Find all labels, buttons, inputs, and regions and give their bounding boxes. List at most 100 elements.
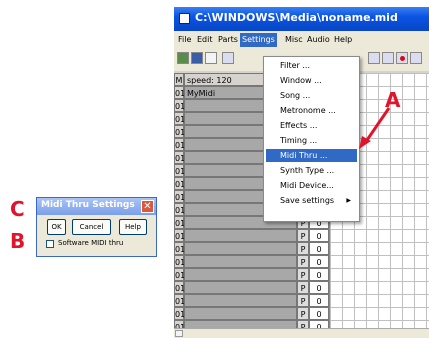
settings-menu-item-label: Midi Device...: [280, 181, 334, 190]
dialog-title-bar[interactable]: Midi Thru Settings ✕: [37, 198, 156, 215]
scroll-left-icon[interactable]: [175, 330, 183, 337]
track-number[interactable]: 01: [174, 203, 185, 216]
track-number[interactable]: 01: [174, 216, 185, 229]
settings-menu-item-label: Save settings: [280, 196, 335, 205]
menu-file[interactable]: File: [176, 33, 193, 47]
new-icon[interactable]: [205, 52, 217, 64]
menu-help[interactable]: Help: [332, 33, 354, 47]
track-number[interactable]: 01: [174, 281, 185, 294]
software-midi-thru-label: Software MIDI thru: [58, 239, 124, 247]
cancel-button[interactable]: Cancel: [72, 219, 111, 235]
track-name[interactable]: [184, 229, 297, 242]
settings-menu-item-label: Window ...: [280, 76, 322, 85]
menu-settings[interactable]: Settings: [240, 33, 277, 47]
menu-audio[interactable]: Audio: [305, 33, 332, 47]
settings-menu-item[interactable]: Song ...: [266, 89, 357, 102]
track-value-cell[interactable]: 0: [309, 242, 329, 255]
settings-dropdown-menu: Filter ... Window ... Song ... Metronome ..…: [263, 56, 360, 222]
track-row[interactable]: 01 P0: [174, 229, 334, 242]
app-icon: [179, 13, 190, 24]
track-row[interactable]: 01 P0: [174, 268, 334, 281]
horizontal-scrollbar[interactable]: [174, 328, 429, 338]
settings-menu-item[interactable]: Synth Type ...: [266, 164, 357, 177]
settings-menu-item-label: Metronome ...: [280, 106, 336, 115]
midi-thru-dialog: Midi Thru Settings ✕ OK Cancel Help Soft…: [36, 197, 157, 257]
settings-menu-item-label: Synth Type ...: [280, 166, 335, 175]
window-title: C:\WINDOWS\Media\noname.mid: [195, 11, 398, 24]
menu-parts[interactable]: Parts: [216, 33, 240, 47]
menu-misc[interactable]: Misc: [283, 33, 305, 47]
settings-menu-item[interactable]: Midi Thru ...: [266, 149, 357, 162]
settings-menu-item[interactable]: Midi Device...: [266, 179, 357, 192]
step-icon[interactable]: [382, 52, 394, 64]
software-midi-thru-checkbox[interactable]: [46, 240, 54, 248]
track-row[interactable]: 01 P0: [174, 307, 334, 320]
settings-menu-item[interactable]: Effects ...: [266, 119, 357, 132]
save-icon[interactable]: [191, 52, 203, 64]
track-p-cell[interactable]: P: [297, 229, 309, 242]
settings-menu-item-label: Midi Thru ...: [280, 151, 328, 160]
settings-menu-item[interactable]: Window ...: [266, 74, 357, 87]
track-row[interactable]: 01 P0: [174, 242, 334, 255]
track-value-cell[interactable]: 0: [309, 268, 329, 281]
dialog-title: Midi Thru Settings: [41, 200, 135, 210]
track-number[interactable]: 01: [174, 99, 185, 112]
track-row[interactable]: 01 P0: [174, 255, 334, 268]
track-value-cell[interactable]: 0: [309, 281, 329, 294]
track-row[interactable]: 01 P0: [174, 294, 334, 307]
settings-menu-item-label: Filter ...: [280, 61, 310, 70]
track-p-cell[interactable]: P: [297, 242, 309, 255]
track-name[interactable]: [184, 268, 297, 281]
help-button[interactable]: Help: [119, 219, 147, 235]
title-bar[interactable]: C:\WINDOWS\Media\noname.mid: [174, 7, 429, 31]
track-value-cell[interactable]: 0: [309, 307, 329, 320]
play-icon[interactable]: [368, 52, 380, 64]
ok-button[interactable]: OK: [47, 219, 66, 235]
track-p-cell[interactable]: P: [297, 307, 309, 320]
annotation-arrow: [359, 107, 391, 149]
track-number[interactable]: 01: [174, 229, 185, 242]
settings-menu-item[interactable]: Metronome ...: [266, 104, 357, 117]
track-number[interactable]: 01: [174, 307, 185, 320]
track-number[interactable]: 01: [174, 164, 185, 177]
track-number[interactable]: 01: [174, 190, 185, 203]
settings-menu-item-label: Timing ...: [280, 136, 318, 145]
track-number[interactable]: 01: [174, 242, 185, 255]
track-name[interactable]: [184, 242, 297, 255]
track-number[interactable]: 01: [174, 86, 185, 99]
track-number[interactable]: 01: [174, 112, 185, 125]
open-icon[interactable]: [177, 52, 189, 64]
settings-menu-item-label: Effects ...: [280, 121, 318, 130]
track-p-cell[interactable]: P: [297, 281, 309, 294]
track-p-cell[interactable]: P: [297, 255, 309, 268]
track-number[interactable]: 01: [174, 177, 185, 190]
settings-menu-item[interactable]: Filter ...: [266, 59, 357, 72]
track-p-cell[interactable]: P: [297, 294, 309, 307]
settings-menu-item-label: Song ...: [280, 91, 311, 100]
track-number[interactable]: 01: [174, 294, 185, 307]
track-number[interactable]: 01: [174, 125, 185, 138]
track-name[interactable]: [184, 255, 297, 268]
annotation-c: C: [10, 197, 25, 221]
track-number[interactable]: 01: [174, 138, 185, 151]
track-row[interactable]: 01 P0: [174, 281, 334, 294]
track-name[interactable]: [184, 307, 297, 320]
settings-menu-item[interactable]: Save settings ▶: [266, 194, 357, 207]
settings-menu-item[interactable]: Timing ...: [266, 134, 357, 147]
notes-icon[interactable]: [222, 52, 234, 64]
record-icon[interactable]: [396, 52, 408, 64]
track-name[interactable]: [184, 294, 297, 307]
track-number[interactable]: 01: [174, 151, 185, 164]
menu-edit[interactable]: Edit: [195, 33, 215, 47]
close-icon[interactable]: ✕: [141, 200, 154, 213]
annotation-b: B: [10, 229, 26, 253]
track-value-cell[interactable]: 0: [309, 294, 329, 307]
menu-bar: File Edit Parts Settings Misc Audio Help: [174, 31, 429, 49]
metronome-icon[interactable]: [410, 52, 422, 64]
track-number[interactable]: 01: [174, 255, 185, 268]
track-p-cell[interactable]: P: [297, 268, 309, 281]
track-value-cell[interactable]: 0: [309, 229, 329, 242]
track-value-cell[interactable]: 0: [309, 255, 329, 268]
track-number[interactable]: 01: [174, 268, 185, 281]
track-name[interactable]: [184, 281, 297, 294]
